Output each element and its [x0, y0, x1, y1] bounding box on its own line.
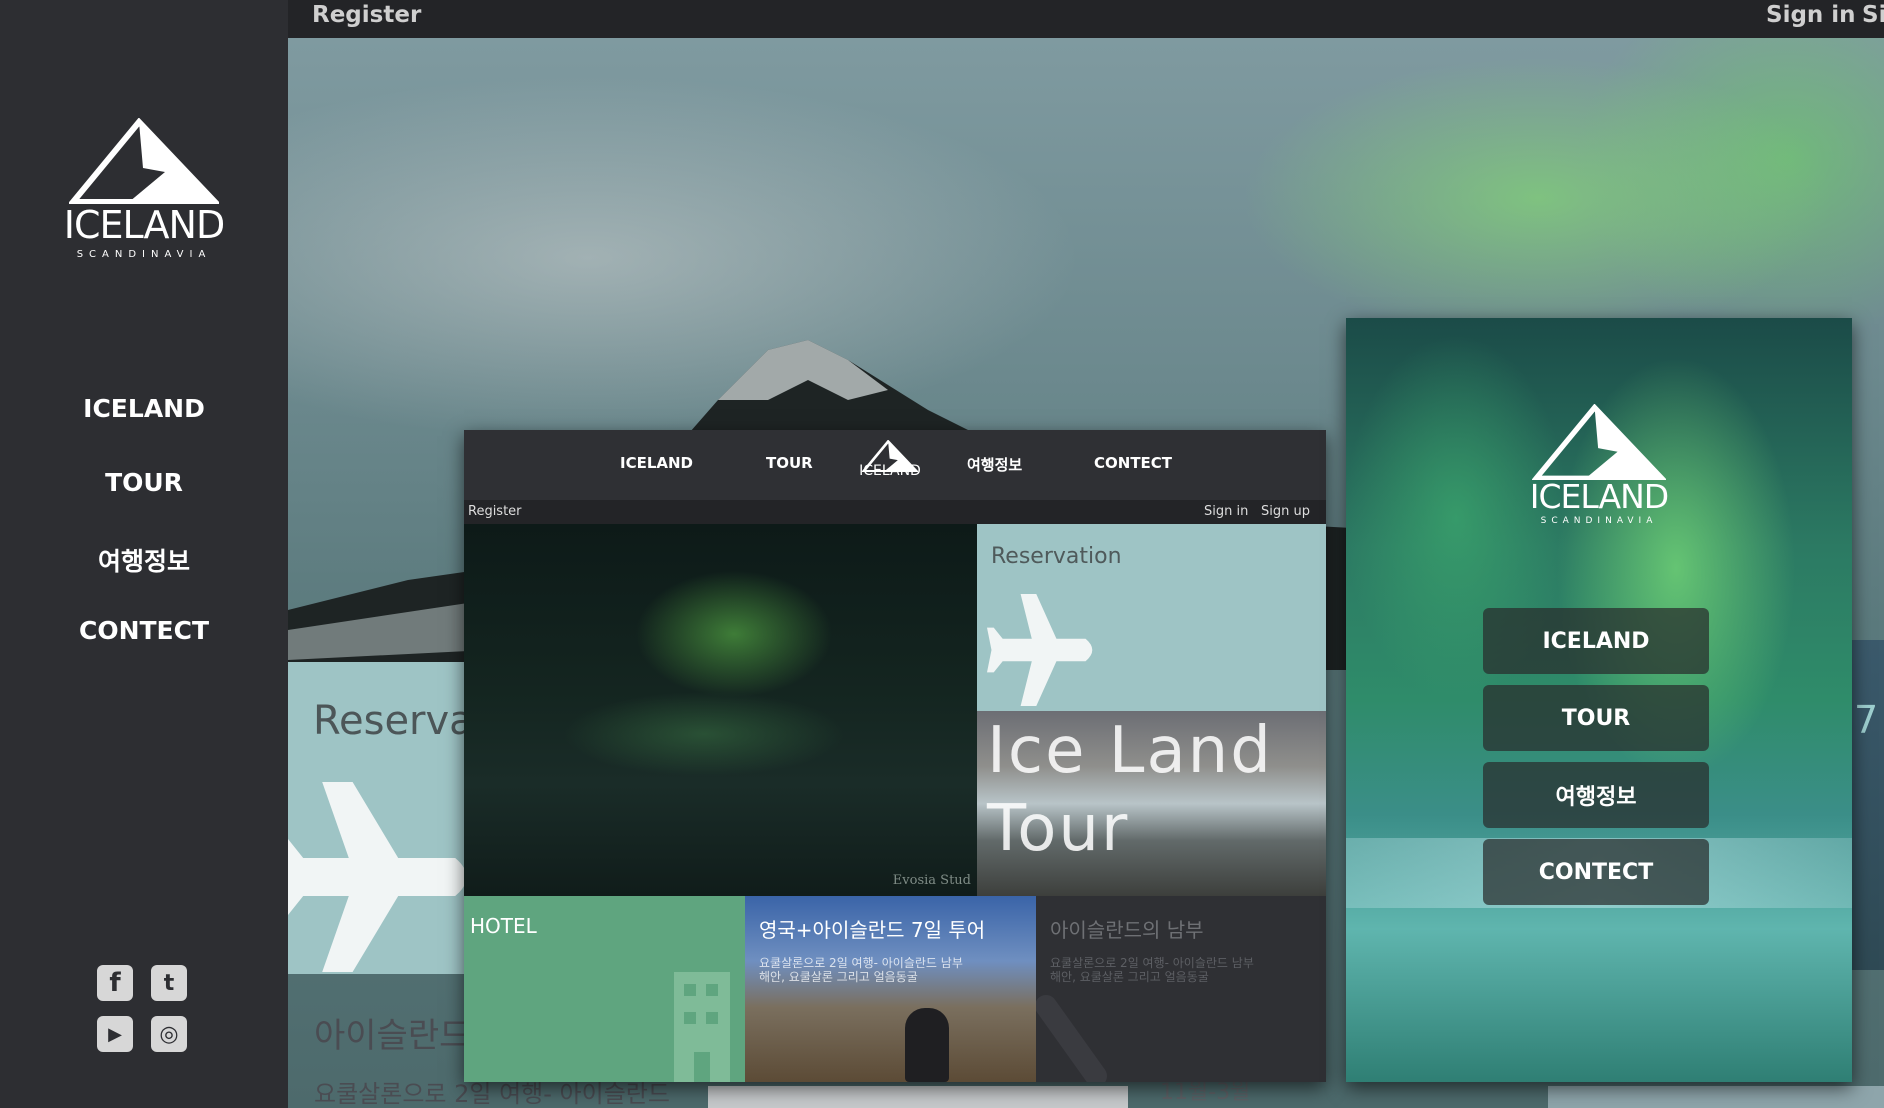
desktop-sign-in-link[interactable]: Sign in	[1204, 504, 1248, 519]
desktop-nav-iceland[interactable]: ICELAND	[620, 454, 693, 472]
sign-up-link[interactable]: Si	[1862, 2, 1884, 28]
airplane-icon	[288, 782, 467, 972]
building-icon	[674, 972, 730, 1082]
sign-in-link[interactable]: Sign in	[1766, 2, 1856, 28]
sidebar-nav-contact[interactable]: CONTECT	[0, 616, 288, 645]
hotel-label: HOTEL	[470, 914, 537, 938]
mobile-mockup: ICELAND SCANDINAVIA ICELAND TOUR 여행정보 CO…	[1346, 318, 1852, 1082]
sidebar-nav-iceland[interactable]: ICELAND	[0, 394, 288, 423]
facebook-icon[interactable]: f	[97, 965, 133, 1001]
desktop-logo[interactable]: ICELAND	[858, 440, 922, 478]
desktop-nav-travel-info[interactable]: 여행정보	[967, 454, 1022, 475]
south-desc-line1: 요쿨살론으로 2일 여행- 아이슬란드 남부	[1050, 956, 1254, 970]
desktop-account-bar: Register Sign in Sign up	[464, 500, 1326, 524]
photographer-figure	[905, 1008, 949, 1082]
desktop-hotel-tile[interactable]: HOTEL	[464, 896, 745, 1082]
desktop-reservation-label: Reservation	[991, 544, 1122, 569]
desktop-aurora-image: Evosia Stud	[464, 524, 977, 896]
photo-watermark: Evosia Stud	[892, 873, 971, 888]
desktop-reservation-tile[interactable]: Reservation	[977, 524, 1326, 711]
desktop-sign-up-link[interactable]: Sign up	[1261, 504, 1310, 519]
tour-title-line2: Tour	[987, 792, 1130, 866]
desktop-logo-wordmark: ICELAND	[859, 463, 921, 479]
site-logo[interactable]: ICELAND SCANDINAVIA	[63, 118, 225, 260]
mountain-logo-icon	[69, 118, 219, 204]
sidebar: ICELAND SCANDINAVIA ICELAND TOUR 여행정보 CO…	[0, 0, 288, 1108]
logo-wordmark: ICELAND	[63, 203, 225, 247]
desktop-south-tile[interactable]: 아이슬란드의 남부 요쿨살론으로 2일 여행- 아이슬란드 남부 해안, 요쿨살…	[1036, 896, 1326, 1082]
background-image-strip	[708, 1086, 1128, 1108]
twitter-icon[interactable]: t	[151, 965, 187, 1001]
uk-tour-desc-line2: 해안, 요쿨살론 그리고 얼음동굴	[759, 970, 918, 984]
youtube-icon[interactable]: ▶	[97, 1016, 133, 1052]
mobile-logo-wordmark: ICELAND	[1529, 477, 1669, 516]
instagram-icon[interactable]: ◎	[151, 1016, 187, 1052]
airplane-icon	[987, 594, 1093, 706]
mobile-logo-subtitle: SCANDINAVIA	[1540, 516, 1658, 526]
background-reservation-label: Reservati	[313, 698, 488, 744]
desktop-tour-tile[interactable]: Ice Land Tour	[977, 711, 1326, 896]
logo-subtitle: SCANDINAVIA	[76, 249, 212, 260]
desktop-nav-tour[interactable]: TOUR	[766, 454, 813, 472]
mountain-logo-icon	[1532, 404, 1666, 480]
desktop-nav: ICELAND TOUR ICELAND 여행정보 CONTECT	[464, 430, 1326, 500]
register-link[interactable]: Register	[312, 2, 421, 28]
tour-title-line1: Ice Land	[987, 714, 1273, 788]
background-reservation-tile[interactable]: Reservati	[288, 662, 488, 974]
background-right-tile: 7	[1852, 640, 1884, 970]
mobile-button-tour[interactable]: TOUR	[1483, 685, 1709, 751]
mobile-button-iceland[interactable]: ICELAND	[1483, 608, 1709, 674]
mobile-logo[interactable]: ICELAND SCANDINAVIA	[1529, 404, 1669, 526]
top-bar: Register Sign in Si	[288, 0, 1884, 38]
background-south-title: 아이슬란드	[314, 1016, 471, 1056]
desktop-mockup: ICELAND TOUR ICELAND 여행정보 CONTECT Regist…	[464, 430, 1326, 1082]
mobile-button-contact[interactable]: CONTECT	[1483, 839, 1709, 905]
south-title: 아이슬란드의 남부	[1050, 918, 1204, 942]
desktop-register-link[interactable]: Register	[468, 504, 522, 519]
uk-tour-desc-line1: 요쿨살론으로 2일 여행- 아이슬란드 남부	[759, 956, 963, 970]
uk-tour-title: 영국+아이슬란드 7일 투어	[759, 918, 986, 942]
sidebar-nav-tour[interactable]: TOUR	[0, 468, 288, 497]
sidebar-nav-travel-info[interactable]: 여행정보	[0, 542, 288, 578]
mobile-button-travel-info[interactable]: 여행정보	[1483, 762, 1709, 828]
background-image-strip-right	[1548, 1086, 1884, 1108]
background-south-tile: 아이슬란드 요쿨살론으로 2일 여행- 아이슬란드	[288, 974, 670, 1108]
search-icon	[1036, 995, 1107, 1082]
desktop-nav-contact[interactable]: CONTECT	[1094, 454, 1172, 472]
desktop-uk-tour-tile[interactable]: 영국+아이슬란드 7일 투어 요쿨살론으로 2일 여행- 아이슬란드 남부 해안…	[745, 896, 1036, 1082]
background-right-numeral: 7	[1854, 698, 1879, 742]
